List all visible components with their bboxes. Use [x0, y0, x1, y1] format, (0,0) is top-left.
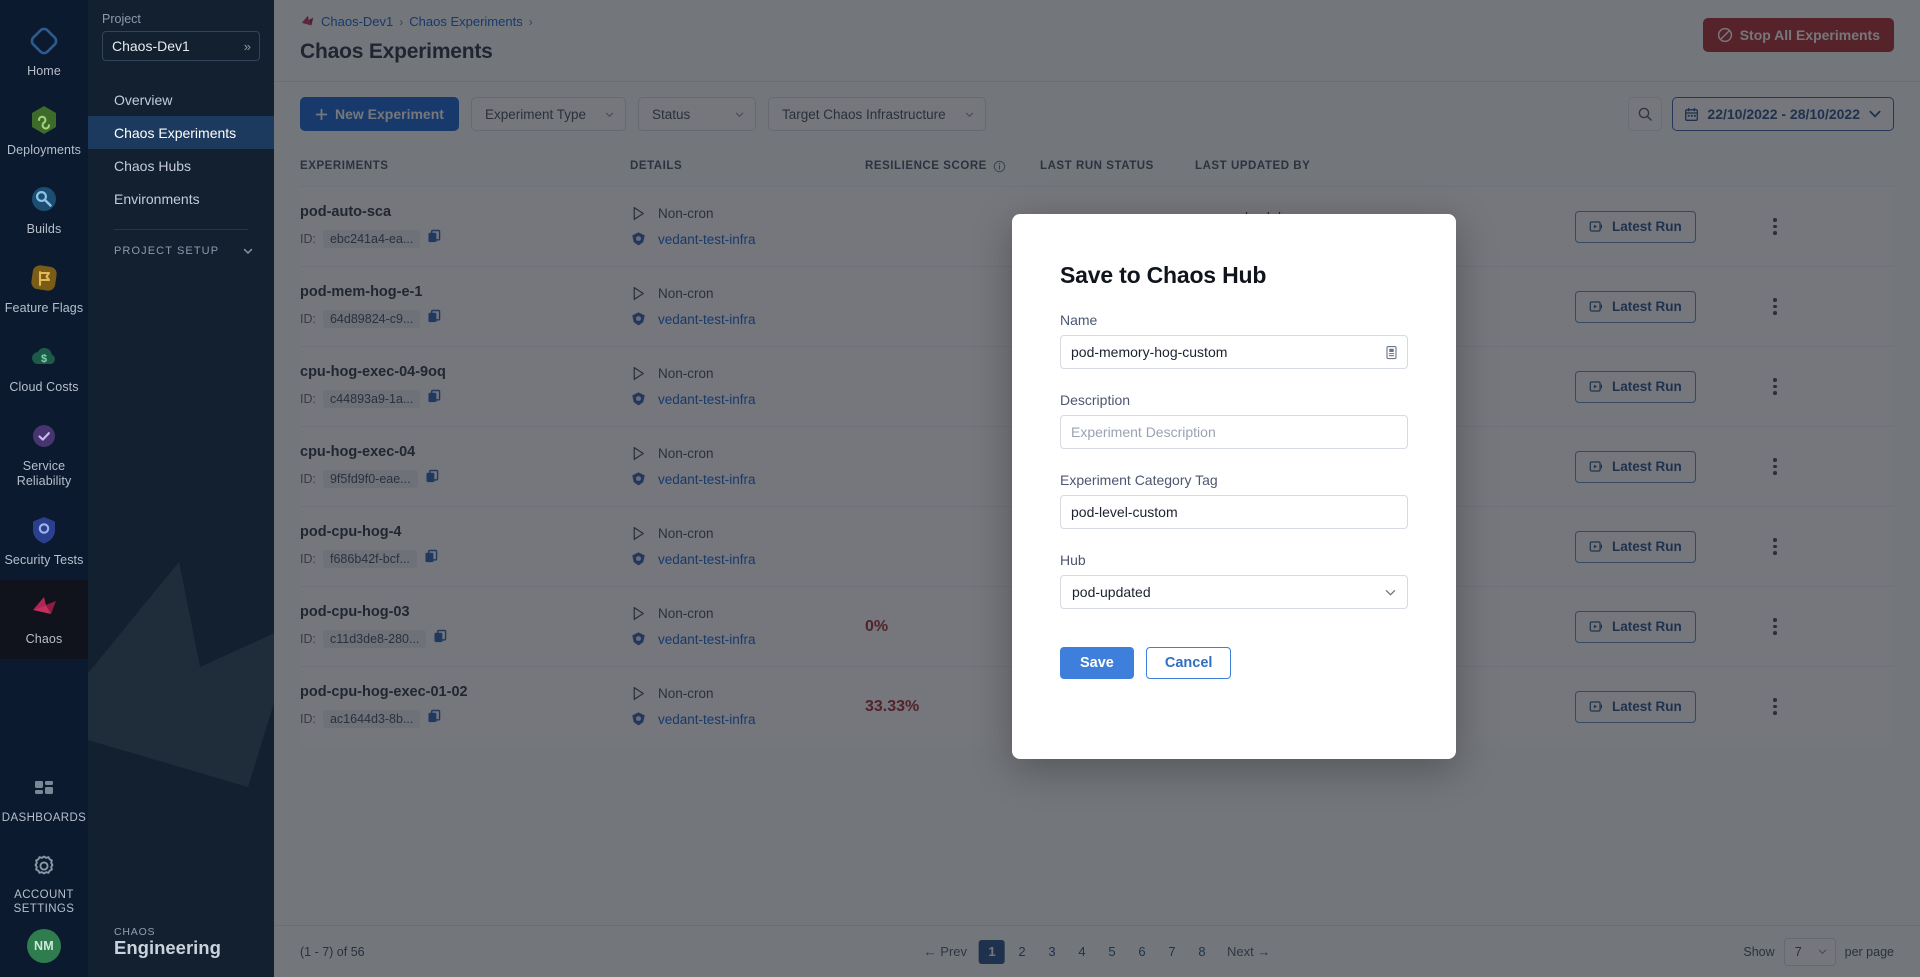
- gear-icon: [27, 849, 61, 883]
- save-button[interactable]: Save: [1060, 647, 1134, 679]
- sidebar-item-label: Environments: [114, 191, 200, 207]
- rail-label: Home: [27, 64, 61, 79]
- rail-label: Security Tests: [5, 553, 84, 568]
- feature-flags-icon: [27, 261, 61, 295]
- rail-label: Chaos: [26, 632, 63, 647]
- rail-label: Deployments: [7, 143, 81, 158]
- category-tag-input[interactable]: pod-level-custom: [1060, 495, 1408, 529]
- project-nav-list: Overview Chaos Experiments Chaos Hubs En…: [88, 83, 274, 215]
- rail-item-builds[interactable]: Builds: [0, 170, 88, 249]
- builds-gear-icon: [27, 182, 61, 216]
- description-input[interactable]: Experiment Description: [1060, 415, 1408, 449]
- dialog-actions: Save Cancel: [1060, 647, 1408, 679]
- sidebar-section-label: PROJECT SETUP: [114, 245, 219, 257]
- field-name: Name pod-memory-hog-custom: [1060, 312, 1408, 369]
- rail-item-deployments[interactable]: Deployments: [0, 91, 88, 170]
- rail-item-feature-flags[interactable]: Feature Flags: [0, 249, 88, 328]
- rail-item-home[interactable]: Home: [0, 12, 88, 91]
- chevron-double-right-icon: »: [244, 39, 251, 54]
- rail-item-chaos[interactable]: Chaos: [0, 580, 88, 659]
- cancel-button[interactable]: Cancel: [1146, 647, 1232, 679]
- rail-label: Service Reliability: [4, 459, 84, 489]
- chaos-icon: [27, 592, 61, 626]
- dashboards-grid-icon: [27, 772, 61, 806]
- copy-field-icon[interactable]: [1382, 343, 1400, 361]
- sidebar-footer: CHAOS Engineering: [88, 926, 221, 959]
- field-description: Description Experiment Description: [1060, 392, 1408, 449]
- svg-text:$: $: [41, 353, 47, 365]
- sidebar-item-chaos-hubs[interactable]: Chaos Hubs: [88, 149, 274, 182]
- sidebar-item-chaos-experiments[interactable]: Chaos Experiments: [88, 116, 274, 149]
- rail-label: Builds: [27, 222, 62, 237]
- rail-item-dashboards[interactable]: DASHBOARDS: [0, 760, 88, 838]
- dialog-title: Save to Chaos Hub: [1060, 262, 1408, 289]
- project-label: Project: [88, 12, 274, 31]
- rail-item-security-tests[interactable]: Security Tests: [0, 501, 88, 580]
- sidebar-item-label: Chaos Experiments: [114, 125, 236, 141]
- sidebar-divider: [114, 229, 248, 230]
- primary-nav-rail: Home Deployments Builds Feature Flags: [0, 0, 88, 977]
- description-placeholder: Experiment Description: [1071, 424, 1216, 440]
- hub-select-value: pod-updated: [1072, 584, 1151, 600]
- user-avatar[interactable]: NM: [27, 929, 61, 963]
- rail-item-account-settings[interactable]: ACCOUNT SETTINGS: [0, 837, 88, 929]
- hub-select[interactable]: pod-updated: [1060, 575, 1408, 609]
- name-input[interactable]: pod-memory-hog-custom: [1060, 335, 1408, 369]
- deployments-infinity-icon: [27, 103, 61, 137]
- sidebar-item-label: Chaos Hubs: [114, 158, 191, 174]
- rail-label: ACCOUNT SETTINGS: [4, 889, 84, 917]
- security-shield-icon: [27, 513, 61, 547]
- rail-label: Feature Flags: [5, 301, 83, 316]
- field-label-name: Name: [1060, 312, 1408, 328]
- project-selector[interactable]: Chaos-Dev1 »: [102, 31, 260, 61]
- save-to-chaos-hub-dialog: Save to Chaos Hub Name pod-memory-hog-cu…: [1012, 214, 1456, 759]
- category-tag-value: pod-level-custom: [1071, 504, 1178, 520]
- sidebar-section-project-setup[interactable]: PROJECT SETUP: [88, 245, 274, 257]
- rail-item-service-reliability[interactable]: Service Reliability: [0, 407, 88, 501]
- project-sidebar: Project Chaos-Dev1 » Overview Chaos Expe…: [88, 0, 274, 977]
- home-diamond-icon: [27, 24, 61, 58]
- rail-label: DASHBOARDS: [2, 812, 87, 826]
- field-hub: Hub pod-updated: [1060, 552, 1408, 609]
- cloud-costs-icon: $: [27, 340, 61, 374]
- sidebar-item-label: Overview: [114, 92, 172, 108]
- chevron-down-icon: [1384, 586, 1397, 599]
- field-label-hub: Hub: [1060, 552, 1408, 568]
- field-label-category: Experiment Category Tag: [1060, 472, 1408, 488]
- field-experiment-category-tag: Experiment Category Tag pod-level-custom: [1060, 472, 1408, 529]
- sidebar-item-environments[interactable]: Environments: [88, 182, 274, 215]
- service-reliability-icon: [27, 419, 61, 453]
- chevron-down-icon: [242, 245, 254, 257]
- sidebar-footer-big: Engineering: [114, 937, 221, 959]
- sidebar-item-overview[interactable]: Overview: [88, 83, 274, 116]
- chaos-watermark-icon: [88, 537, 274, 857]
- rail-label: Cloud Costs: [9, 380, 78, 395]
- field-label-description: Description: [1060, 392, 1408, 408]
- project-name: Chaos-Dev1: [112, 38, 190, 54]
- main-content: Chaos-Dev1 › Chaos Experiments › Chaos E…: [274, 0, 1920, 977]
- name-input-value: pod-memory-hog-custom: [1071, 344, 1227, 360]
- rail-item-cloud-costs[interactable]: $ Cloud Costs: [0, 328, 88, 407]
